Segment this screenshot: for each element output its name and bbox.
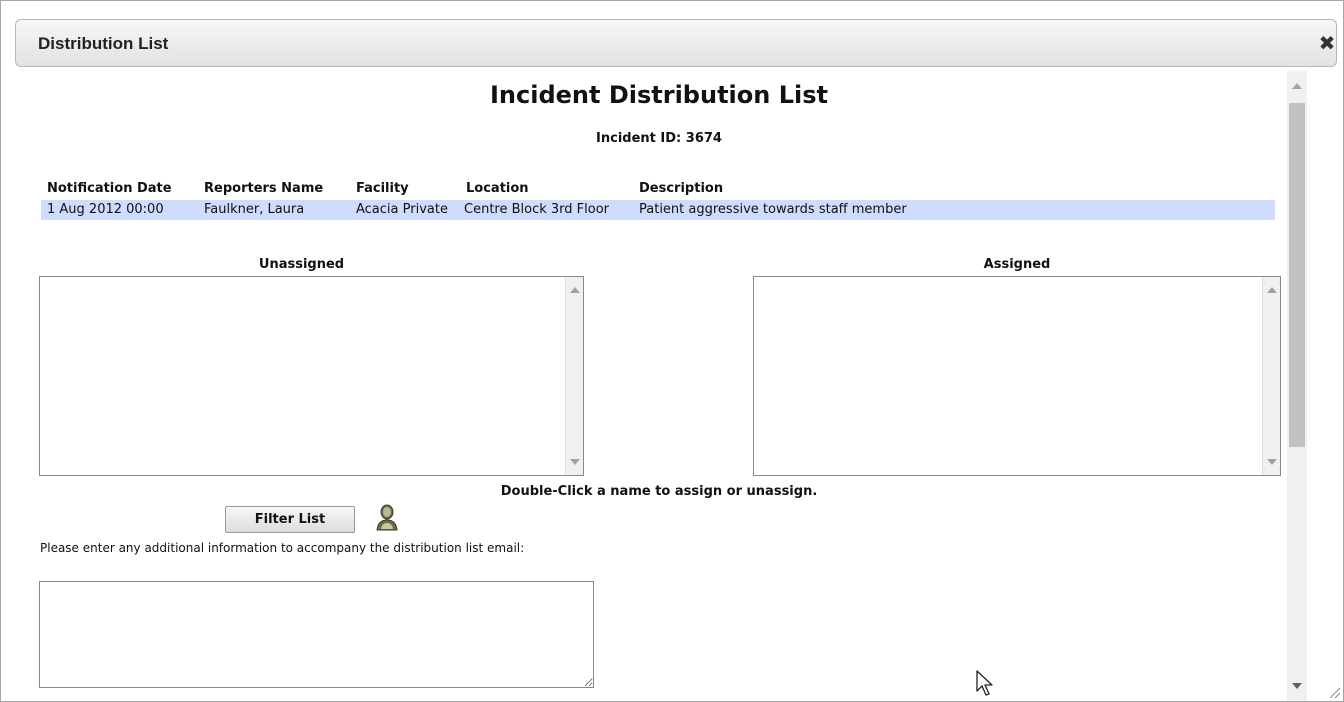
assigned-scrollbar[interactable] <box>1262 277 1280 475</box>
filter-list-button[interactable]: Filter List <box>225 506 355 533</box>
distribution-list-dialog: Distribution List ✖ Incident Distributio… <box>0 0 1344 702</box>
column-facility: Facility <box>356 181 409 196</box>
additional-info-label: Please enter any additional information … <box>40 541 525 555</box>
scroll-down-icon[interactable] <box>570 459 580 465</box>
resize-grip-icon[interactable] <box>1327 685 1341 699</box>
unassigned-scrollbar[interactable] <box>565 277 583 475</box>
cell-location: Centre Block 3rd Floor <box>464 202 610 217</box>
additional-info-textarea[interactable] <box>39 581 594 688</box>
scroll-down-icon[interactable] <box>1292 683 1302 689</box>
scroll-up-icon[interactable] <box>1292 83 1302 89</box>
column-notification-date: Notification Date <box>47 181 172 196</box>
cell-facility: Acacia Private <box>356 202 448 217</box>
dialog-titlebar[interactable]: Distribution List ✖ <box>15 19 1337 67</box>
dialog-content: Incident Distribution List Incident ID: … <box>1 71 1343 701</box>
cell-reporters-name: Faulkner, Laura <box>204 202 305 217</box>
scroll-up-icon[interactable] <box>1267 287 1277 293</box>
dialog-title: Distribution List <box>38 34 169 53</box>
column-description: Description <box>639 181 724 196</box>
unassigned-listbox[interactable] <box>39 276 584 476</box>
scroll-down-icon[interactable] <box>1267 459 1277 465</box>
close-icon[interactable]: ✖ <box>1316 32 1338 54</box>
dialog-scrollbar[interactable] <box>1287 71 1307 701</box>
assign-hint: Double-Click a name to assign or unassig… <box>500 484 818 499</box>
table-row[interactable]: 1 Aug 2012 00:00 Faulkner, Laura Acacia … <box>41 200 1275 220</box>
page-title: Incident Distribution List <box>490 81 828 109</box>
assigned-listbox[interactable] <box>753 276 1281 476</box>
person-icon[interactable] <box>375 503 399 531</box>
incident-id: Incident ID: 3674 <box>596 131 722 146</box>
mouse-pointer-icon <box>976 670 993 696</box>
cell-description: Patient aggressive towards staff member <box>639 202 907 217</box>
unassigned-label: Unassigned <box>258 257 345 272</box>
cell-notification-date: 1 Aug 2012 00:00 <box>47 202 164 217</box>
assigned-label: Assigned <box>983 257 1051 272</box>
scrollbar-thumb[interactable] <box>1289 103 1305 447</box>
column-location: Location <box>466 181 529 196</box>
column-reporters-name: Reporters Name <box>204 181 324 196</box>
scroll-up-icon[interactable] <box>570 287 580 293</box>
